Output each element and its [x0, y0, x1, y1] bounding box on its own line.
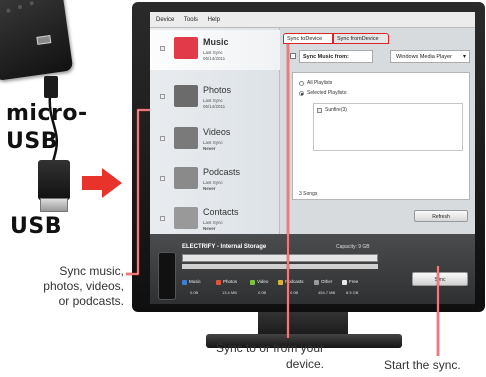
callout-sync-media: Sync music, photos, videos, or podcasts. [43, 264, 124, 308]
callout-line-media-inner [126, 109, 150, 275]
callout-lines [126, 44, 440, 356]
callout-sync-tabs: Sync to or from your device. [215, 341, 324, 371]
callout-start-sync: Start the sync. [384, 358, 461, 372]
